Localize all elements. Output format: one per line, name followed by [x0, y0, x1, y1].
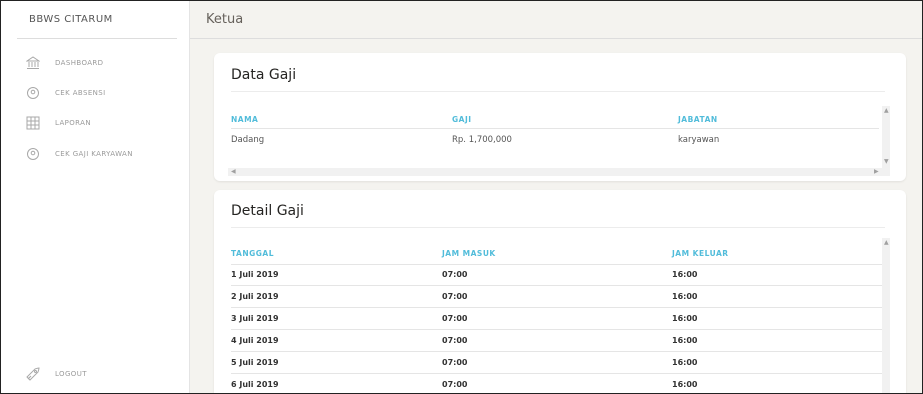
sidebar-item-label: LAPORAN [55, 119, 91, 127]
horizontal-scrollbar[interactable] [228, 168, 882, 176]
scroll-down-icon[interactable]: ▼ [884, 158, 889, 165]
table-cell: 16:00 [672, 380, 698, 389]
map-pin-icon [25, 85, 41, 101]
grid-icon [25, 115, 41, 131]
scroll-up-icon[interactable]: ▲ [884, 239, 889, 246]
divider [231, 91, 885, 92]
table-cell: 07:00 [442, 358, 468, 367]
column-header-jabatan[interactable]: JABATAN [678, 115, 718, 124]
table-cell: 6 Juli 2019 [231, 380, 279, 389]
table-cell: 5 Juli 2019 [231, 358, 279, 367]
table-cell: 3 Juli 2019 [231, 314, 279, 323]
divider [231, 329, 885, 330]
brand-logo-text[interactable]: BBWS CITARUM [17, 1, 177, 39]
divider [231, 264, 885, 265]
table-cell: 16:00 [672, 314, 698, 323]
divider [231, 128, 879, 129]
sidebar: BBWS CITARUM DASHBOARD CEK ABSENSI LAPOR… [1, 1, 190, 393]
scroll-up-icon[interactable]: ▲ [884, 107, 889, 114]
divider [231, 351, 885, 352]
logout-label: LOGOUT [55, 370, 87, 378]
app-window: BBWS CITARUM DASHBOARD CEK ABSENSI LAPOR… [0, 0, 923, 394]
sidebar-item-label: CEK ABSENSI [55, 89, 106, 97]
table-cell: 16:00 [672, 336, 698, 345]
sidebar-item-label: DASHBOARD [55, 59, 104, 67]
divider [231, 373, 885, 374]
sidebar-item-label: CEK GAJI KARYAWAN [55, 150, 133, 158]
divider [231, 285, 885, 286]
table-cell: 07:00 [442, 314, 468, 323]
detail-gaji-card: Detail Gaji TANGGAL JAM MASUK JAM KELUAR… [214, 190, 906, 393]
table-cell: 07:00 [442, 380, 468, 389]
table-cell: Dadang [231, 135, 265, 145]
card-title: Detail Gaji [231, 203, 304, 219]
sidebar-item-laporan[interactable]: LAPORAN [25, 115, 91, 131]
sidebar-item-cek-gaji-karyawan[interactable]: CEK GAJI KARYAWAN [25, 146, 133, 162]
sidebar-item-dashboard[interactable]: DASHBOARD [25, 55, 103, 71]
table-cell: 16:00 [672, 292, 698, 301]
divider [231, 307, 885, 308]
column-header-tanggal[interactable]: TANGGAL [231, 249, 274, 258]
divider [231, 227, 885, 228]
scroll-right-icon[interactable]: ▶ [874, 168, 879, 175]
top-navbar: Ketua [190, 1, 922, 39]
card-title: Data Gaji [231, 67, 297, 83]
table-cell: 2 Juli 2019 [231, 292, 279, 301]
table-cell: 16:00 [672, 358, 698, 367]
table-cell: 07:00 [442, 292, 468, 301]
table-cell: 4 Juli 2019 [231, 336, 279, 345]
column-header-gaji[interactable]: GAJI [452, 115, 472, 124]
vertical-scrollbar[interactable] [882, 238, 890, 393]
bank-icon [25, 55, 41, 71]
sidebar-item-logout[interactable]: LOGOUT [25, 366, 87, 382]
table-cell: Rp. 1,700,000 [452, 135, 512, 145]
column-header-nama[interactable]: NAMA [231, 115, 258, 124]
data-gaji-card: Data Gaji NAMA GAJI JABATAN Dadang Rp. 1… [214, 53, 906, 181]
table-cell: 1 Juli 2019 [231, 270, 279, 279]
scroll-left-icon[interactable]: ◀ [231, 168, 236, 175]
table-cell: 07:00 [442, 270, 468, 279]
table-cell: 16:00 [672, 270, 698, 279]
vertical-scrollbar[interactable] [882, 106, 890, 176]
table-cell: karyawan [678, 135, 720, 145]
map-pin-icon [25, 146, 41, 162]
table-cell: 07:00 [442, 336, 468, 345]
sidebar-item-cek-absensi[interactable]: CEK ABSENSI [25, 85, 106, 101]
page-title: Ketua [206, 12, 244, 27]
column-header-jam-keluar[interactable]: JAM KELUAR [672, 249, 729, 258]
column-header-jam-masuk[interactable]: JAM MASUK [442, 249, 496, 258]
rocket-icon [25, 366, 41, 382]
